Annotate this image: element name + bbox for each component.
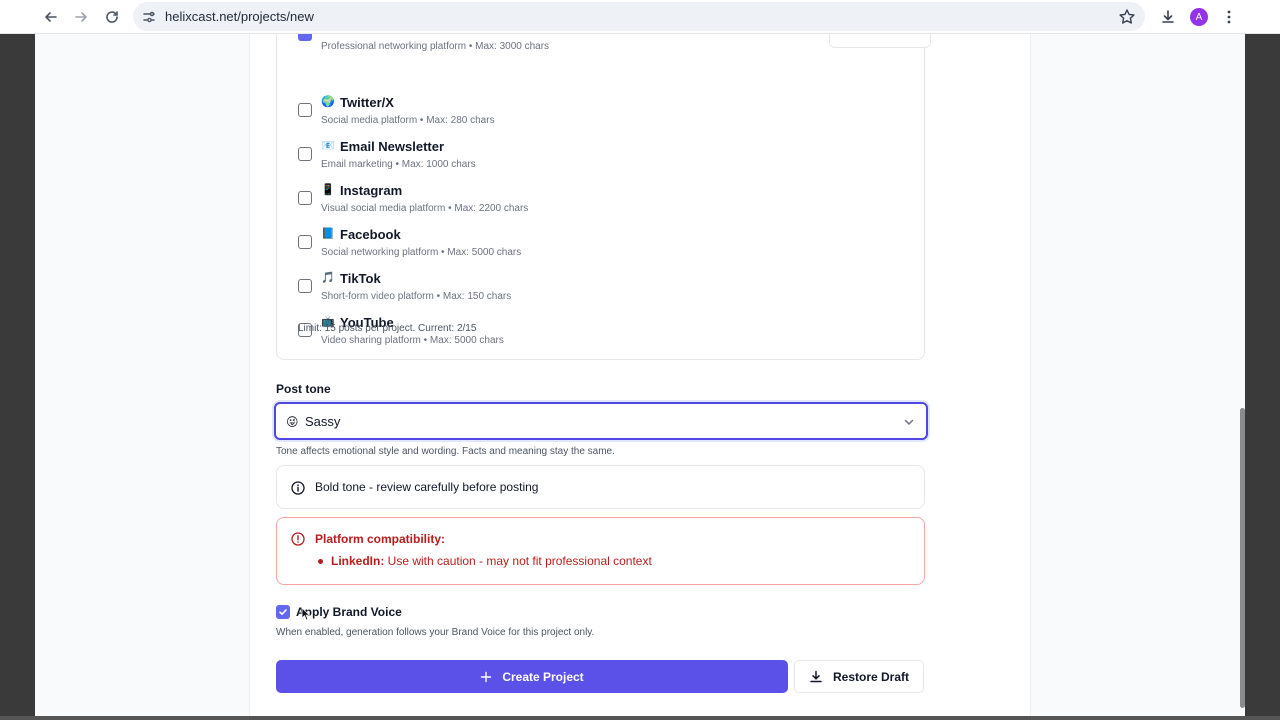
platform-desc: Visual social media platform • Max: 2200…	[321, 203, 529, 214]
platform-checkbox[interactable]	[298, 147, 312, 161]
platform-name: Facebook	[340, 227, 401, 242]
platform-option-twitter[interactable]: 🌍 Twitter/X Social media platform • Max:…	[277, 95, 877, 139]
page-content: Professional networking platform • Max: …	[35, 34, 1245, 720]
platform-checkbox[interactable]	[298, 191, 312, 205]
tone-selected-value: Sassy	[305, 414, 341, 429]
music-note-icon: 🎵	[321, 272, 335, 284]
alert-message: Use with caution - may not fit professio…	[384, 554, 652, 568]
profile-initial: A	[1190, 8, 1208, 26]
left-backdrop	[0, 34, 35, 720]
platform-checkbox[interactable]	[298, 103, 312, 117]
restore-draft-button[interactable]: Restore Draft	[794, 660, 924, 693]
alert-platform: LinkedIn:	[331, 554, 385, 568]
site-settings-icon[interactable]	[141, 9, 157, 25]
plus-icon	[481, 671, 492, 682]
card-action-button[interactable]	[829, 34, 931, 48]
platform-option-tiktok[interactable]: 🎵 TikTok Short-form video platform • Max…	[277, 271, 877, 315]
address-bar[interactable]: helixcast.net/projects/new	[133, 2, 1145, 31]
restore-draft-label: Restore Draft	[832, 669, 910, 684]
url-text: helixcast.net/projects/new	[165, 9, 314, 24]
platform-option-email-newsletter[interactable]: 📧 Email Newsletter Email marketing • Max…	[277, 139, 877, 183]
platform-desc: Video sharing platform • Max: 5000 chars	[321, 335, 504, 346]
profile-avatar[interactable]: A	[1187, 5, 1211, 29]
page-scrollbar[interactable]	[1240, 408, 1245, 708]
platform-selection-card: Professional networking platform • Max: …	[276, 34, 931, 360]
platform-desc: Social networking platform • Max: 5000 c…	[321, 247, 522, 258]
platform-desc: Short-form video platform • Max: 150 cha…	[321, 291, 512, 302]
brand-voice-label[interactable]: Apply Brand Voice	[296, 605, 402, 619]
checkmark-icon	[279, 609, 287, 615]
right-backdrop	[1245, 34, 1280, 720]
winking-face-icon: 😜	[286, 415, 299, 429]
forward-icon[interactable]	[69, 5, 93, 29]
info-icon	[291, 481, 305, 495]
browser-toolbar: helixcast.net/projects/new A	[0, 0, 1280, 34]
info-text: Bold tone - review carefully before post…	[315, 480, 539, 494]
tone-info-notice: Bold tone - review carefully before post…	[276, 465, 925, 509]
alert-circle-icon	[291, 532, 305, 546]
alert-title: Platform compatibility:	[315, 532, 446, 546]
platform-name: TikTok	[340, 271, 381, 286]
bookmark-star-icon[interactable]	[1117, 7, 1137, 27]
create-project-button[interactable]: Create Project	[276, 660, 788, 693]
email-icon: 📧	[321, 140, 335, 152]
platform-name: Email Newsletter	[340, 139, 445, 154]
platform-name: Instagram	[340, 183, 403, 198]
phone-icon: 📱	[321, 184, 335, 196]
platform-option-youtube[interactable]: 📺 YouTube Video sharing platform • Max: …	[277, 315, 877, 359]
create-project-label: Create Project	[502, 669, 584, 684]
project-form: Professional networking platform • Max: …	[249, 34, 1031, 720]
download-icon[interactable]	[1156, 5, 1180, 29]
bottom-backdrop	[0, 716, 1280, 720]
linkedin-checkbox[interactable]	[298, 34, 312, 41]
platform-desc: Professional networking platform • Max: …	[321, 41, 550, 52]
brand-voice-checkbox[interactable]	[276, 605, 290, 619]
post-limit-note: Limit: 15 posts per project. Current: 2/…	[298, 323, 477, 334]
globe-icon: 🌍	[321, 96, 335, 108]
reload-icon[interactable]	[100, 5, 124, 29]
platform-name: Twitter/X	[340, 95, 394, 110]
chevron-down-icon	[904, 419, 914, 426]
tone-select[interactable]: 😜 Sassy	[274, 402, 928, 440]
back-icon[interactable]	[39, 5, 63, 29]
platform-checkbox[interactable]	[298, 279, 312, 293]
tone-label: Post tone	[276, 382, 331, 396]
alert-item: LinkedIn: Use with caution - may not fit…	[331, 554, 652, 568]
book-icon: 📘	[321, 228, 335, 240]
platform-option-facebook[interactable]: 📘 Facebook Social networking platform • …	[277, 227, 877, 271]
platform-desc: Email marketing • Max: 1000 chars	[321, 159, 476, 170]
kebab-menu-icon[interactable]	[1217, 5, 1241, 29]
tone-help-text: Tone affects emotional style and wording…	[276, 446, 615, 457]
platform-compatibility-alert: Platform compatibility: LinkedIn: Use wi…	[276, 517, 925, 585]
platform-option-instagram[interactable]: 📱 Instagram Visual social media platform…	[277, 183, 877, 227]
platform-checkbox[interactable]	[298, 235, 312, 249]
download-icon	[810, 670, 822, 682]
bullet	[318, 559, 323, 564]
mouse-cursor-icon	[301, 607, 311, 621]
brand-voice-help: When enabled, generation follows your Br…	[276, 627, 595, 638]
platform-desc: Social media platform • Max: 280 chars	[321, 115, 495, 126]
